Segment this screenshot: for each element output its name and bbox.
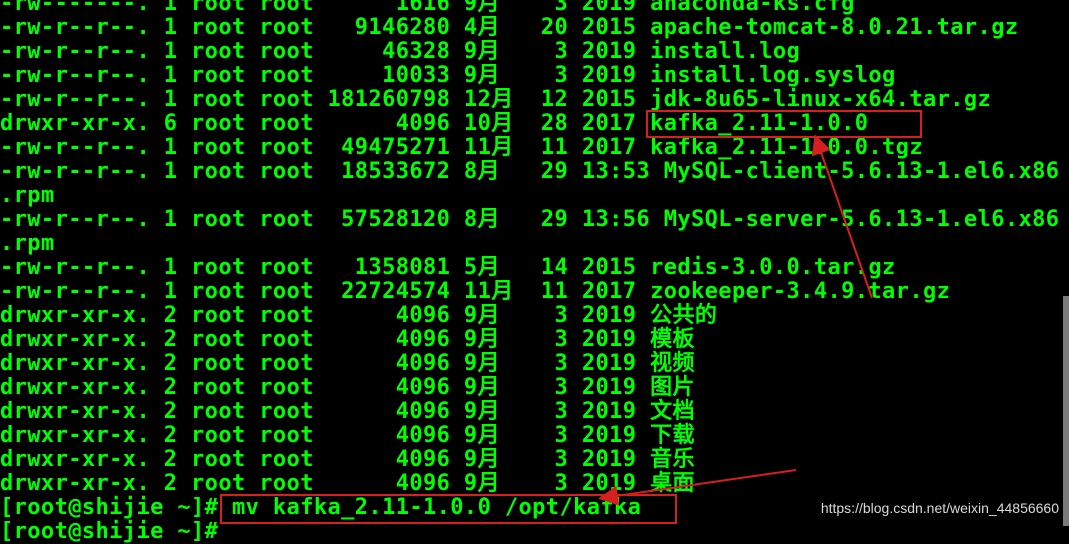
annotation-arrows bbox=[598, 134, 873, 506]
arrow-line bbox=[811, 134, 873, 299]
watermark-text: https://blog.csdn.net/weixin_44856660 bbox=[820, 500, 1059, 516]
arrow-line bbox=[598, 469, 797, 506]
scrollbar[interactable] bbox=[1063, 296, 1069, 526]
